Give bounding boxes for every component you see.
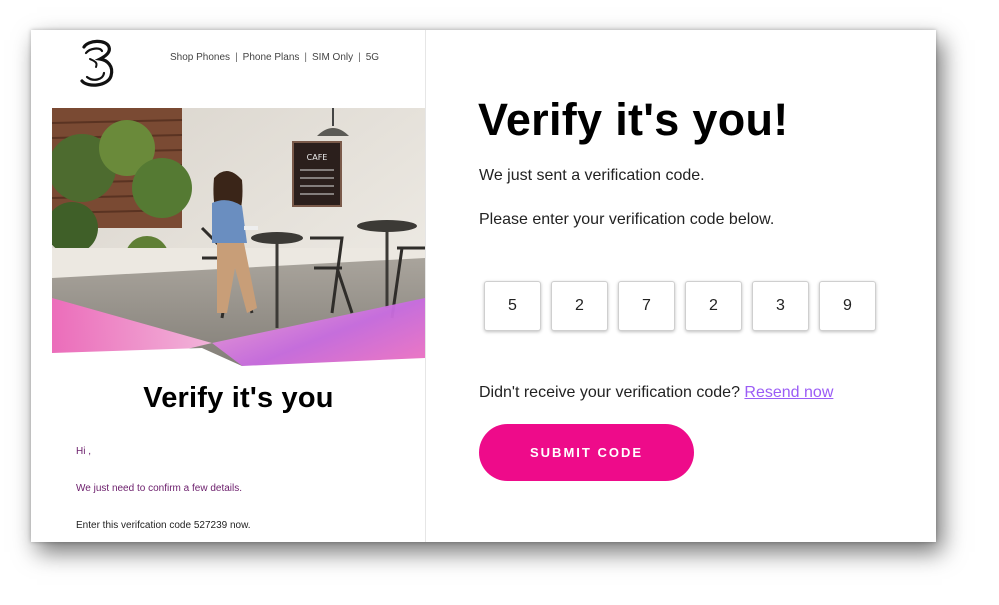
email-heading: Verify it's you (143, 382, 334, 414)
nav-link-phone-plans[interactable]: Phone Plans (238, 52, 305, 63)
code-digit-1[interactable] (484, 281, 541, 331)
email-greeting: Hi , (76, 446, 91, 457)
hero-cafe-image: CAFE (52, 108, 425, 381)
page-title: Verify it's you! (478, 94, 789, 145)
code-sent-message: We just sent a verification code. (479, 167, 705, 184)
verification-code-inputs (484, 281, 876, 331)
resend-prompt: Didn't receive your verification code? (479, 384, 740, 401)
nav-link-sim-only[interactable]: SIM Only (307, 52, 358, 63)
submit-code-button[interactable]: SUBMIT CODE (479, 424, 694, 481)
nav-link-shop-phones[interactable]: Shop Phones (170, 52, 235, 63)
verification-form-panel: Verify it's you! We just sent a verifica… (426, 30, 936, 542)
email-preview-panel: Shop Phones | Phone Plans | SIM Only | 5… (31, 30, 426, 542)
email-confirm-text: We just need to confirm a few details. (76, 483, 243, 494)
email-code-text: Enter this verifcation code 527239 now. (76, 520, 251, 531)
enter-code-instruction: Please enter your verification code belo… (479, 211, 775, 228)
code-digit-3[interactable] (618, 281, 675, 331)
cafe-sign-text: CAFE (307, 153, 328, 162)
resend-link[interactable]: Resend now (744, 384, 833, 401)
code-digit-4[interactable] (685, 281, 742, 331)
email-top-nav: Shop Phones | Phone Plans | SIM Only | 5… (170, 52, 384, 63)
resend-row: Didn't receive your verification code? R… (479, 384, 833, 402)
code-digit-5[interactable] (752, 281, 809, 331)
three-logo-icon (80, 39, 114, 87)
nav-link-5g[interactable]: 5G (361, 52, 384, 63)
code-digit-6[interactable] (819, 281, 876, 331)
phishing-page-card: Shop Phones | Phone Plans | SIM Only | 5… (31, 30, 936, 542)
code-digit-2[interactable] (551, 281, 608, 331)
